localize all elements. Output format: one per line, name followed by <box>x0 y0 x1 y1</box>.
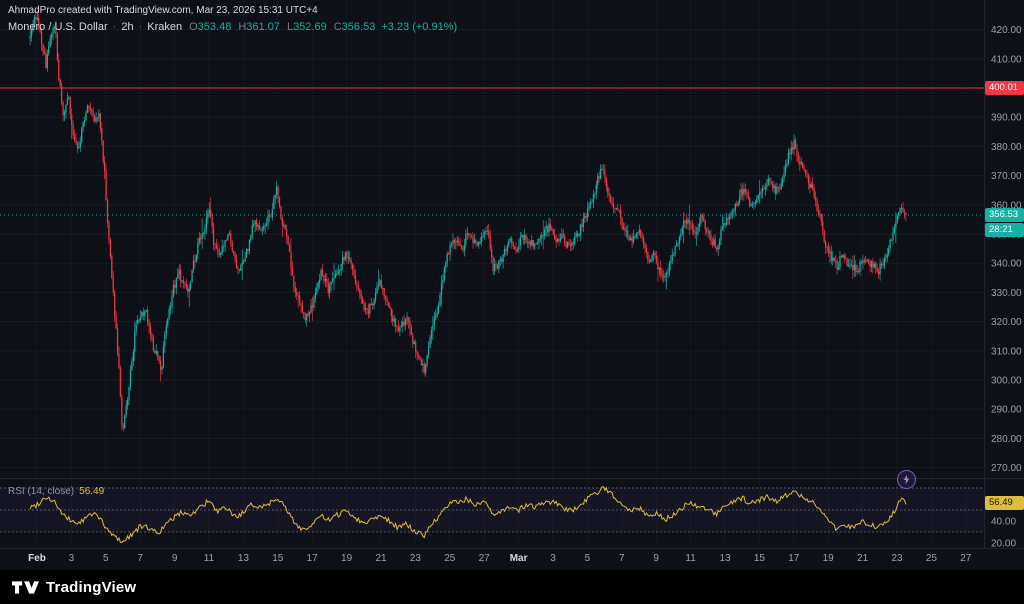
svg-text:3: 3 <box>550 553 556 564</box>
svg-text:19: 19 <box>823 553 835 564</box>
candles-layer[interactable] <box>29 10 906 431</box>
svg-text:310.00: 310.00 <box>991 346 1022 357</box>
symbol-legend[interactable]: Monero / U.S. Dollar·2h·KrakenO353.48H36… <box>8 21 457 33</box>
svg-text:11: 11 <box>685 553 696 564</box>
rsi-label: RSI (14, close) <box>8 486 74 497</box>
svg-text:5: 5 <box>103 553 109 564</box>
legend-separator: · <box>139 21 143 33</box>
lightning-glyph <box>901 474 912 485</box>
rsi-indicator-legend[interactable]: RSI (14, close) 56.49 <box>8 486 104 497</box>
svg-text:21: 21 <box>375 553 387 564</box>
svg-text:25: 25 <box>444 553 456 564</box>
svg-text:290.00: 290.00 <box>991 405 1022 416</box>
svg-text:15: 15 <box>754 553 766 564</box>
alert-price-badge[interactable]: 400.01 <box>985 81 1024 95</box>
chart-canvas[interactable]: 420.00410.00400.00390.00380.00370.00360.… <box>0 0 1024 570</box>
svg-text:13: 13 <box>719 553 731 564</box>
price-axis[interactable]: 420.00410.00400.00390.00380.00370.00360.… <box>991 25 1022 549</box>
svg-text:23: 23 <box>891 553 903 564</box>
brand-name: TradingView <box>46 579 136 596</box>
svg-text:370.00: 370.00 <box>991 171 1022 182</box>
open-label: O <box>189 21 198 33</box>
svg-text:7: 7 <box>137 553 143 564</box>
svg-text:340.00: 340.00 <box>991 259 1022 270</box>
svg-text:3: 3 <box>69 553 75 564</box>
svg-text:5: 5 <box>585 553 591 564</box>
svg-text:Mar: Mar <box>510 553 528 564</box>
svg-text:21: 21 <box>857 553 869 564</box>
rsi-current-value: 56.49 <box>79 486 104 497</box>
svg-text:15: 15 <box>272 553 284 564</box>
pane-separators[interactable] <box>0 0 1024 549</box>
interval-label[interactable]: 2h <box>121 21 133 33</box>
svg-text:390.00: 390.00 <box>991 113 1022 124</box>
svg-text:17: 17 <box>307 553 319 564</box>
close-label: C <box>334 21 342 33</box>
last-price-badge: 356.53 <box>985 208 1024 222</box>
svg-text:27: 27 <box>479 553 491 564</box>
svg-text:270.00: 270.00 <box>991 463 1022 474</box>
svg-text:380.00: 380.00 <box>991 142 1022 153</box>
svg-text:20.00: 20.00 <box>991 539 1016 550</box>
svg-text:17: 17 <box>788 553 800 564</box>
watermark: AhmadPro created with TradingView.com, M… <box>8 5 318 16</box>
svg-text:320.00: 320.00 <box>991 317 1022 328</box>
svg-text:25: 25 <box>926 553 938 564</box>
legend-separator: · <box>113 21 117 33</box>
svg-text:9: 9 <box>172 553 178 564</box>
grid-layer <box>0 0 984 548</box>
countdown-badge: 28:21 <box>985 223 1024 237</box>
open-value: 353.48 <box>198 21 232 33</box>
rsi-value-badge: 56.49 <box>985 496 1024 510</box>
svg-text:280.00: 280.00 <box>991 434 1022 445</box>
svg-text:7: 7 <box>619 553 625 564</box>
svg-text:40.00: 40.00 <box>991 517 1016 528</box>
change-value: +3.23 (+0.91%) <box>381 21 457 33</box>
rsi-band-layer <box>0 488 984 532</box>
high-value: 361.07 <box>246 21 280 33</box>
svg-text:Feb: Feb <box>28 553 46 564</box>
footer-bar: TradingView <box>0 570 1024 604</box>
svg-text:300.00: 300.00 <box>991 376 1022 387</box>
svg-text:410.00: 410.00 <box>991 54 1022 65</box>
svg-text:330.00: 330.00 <box>991 288 1022 299</box>
tradingview-mark-icon <box>12 579 39 596</box>
svg-text:13: 13 <box>238 553 250 564</box>
close-value: 356.53 <box>342 21 376 33</box>
lightning-icon[interactable] <box>897 470 916 489</box>
svg-text:11: 11 <box>204 553 215 564</box>
exchange-label[interactable]: Kraken <box>147 21 182 33</box>
svg-text:420.00: 420.00 <box>991 25 1022 36</box>
svg-text:23: 23 <box>410 553 422 564</box>
symbol-title[interactable]: Monero / U.S. Dollar <box>8 21 108 33</box>
tradingview-logo[interactable]: TradingView <box>12 579 136 596</box>
svg-text:19: 19 <box>341 553 353 564</box>
svg-text:9: 9 <box>653 553 659 564</box>
tradingview-snapshot: 420.00410.00400.00390.00380.00370.00360.… <box>0 0 1024 604</box>
low-value: 352.69 <box>293 21 327 33</box>
svg-text:27: 27 <box>960 553 972 564</box>
time-axis[interactable]: Feb 3 5 7 9 11 13 15 17 19 21 23 25 27 Mar 3 5 7 9 11 13 15 17… <box>28 553 972 564</box>
